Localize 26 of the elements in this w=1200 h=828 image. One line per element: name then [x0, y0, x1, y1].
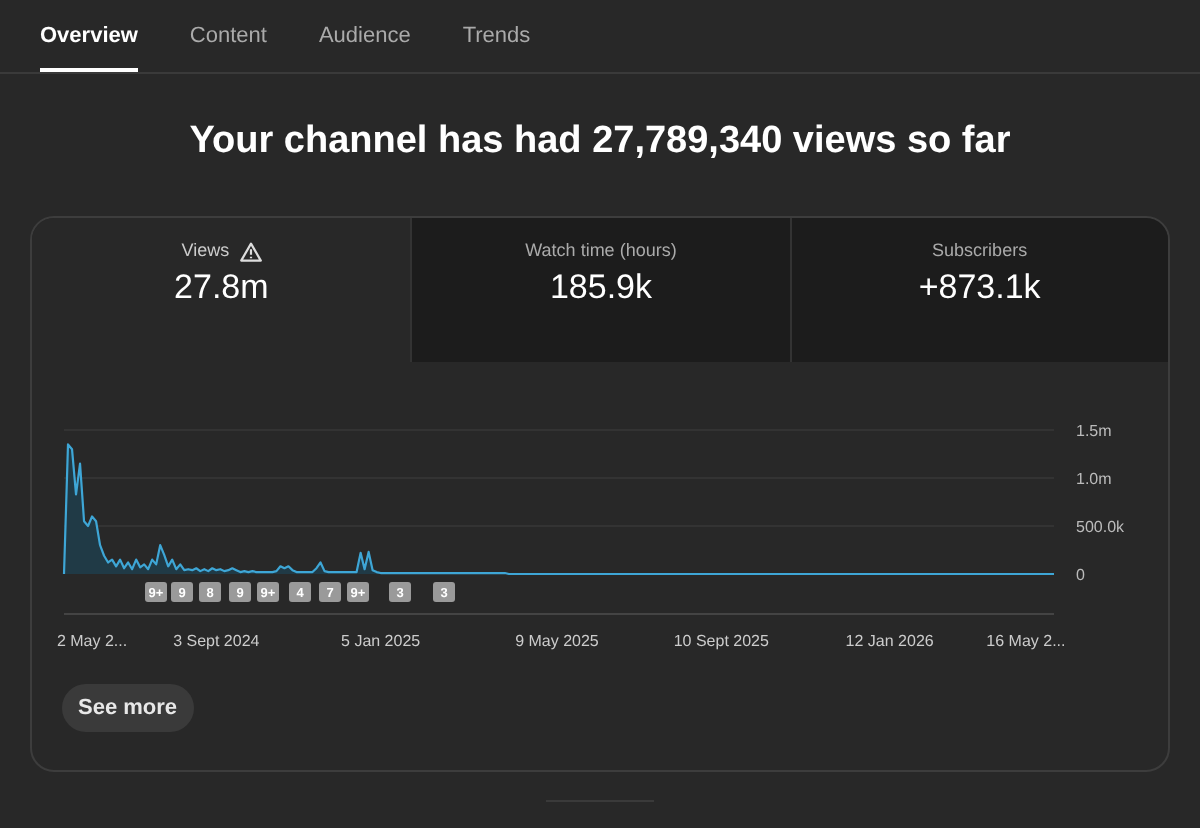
x-tick-label: 2 May 2...: [56, 632, 128, 650]
metric-label: Views: [181, 238, 230, 265]
tab[interactable]: Audience: [318, 0, 411, 72]
y-tick-label: 0: [1076, 566, 1085, 584]
x-tick-label: 5 Jan 2025: [341, 632, 421, 650]
x-tick-label: 3 Sept 2024: [173, 632, 260, 650]
tab[interactable]: Overview: [40, 0, 138, 72]
y-tick-label: 500.0k: [1076, 518, 1125, 536]
headline: Your channel has had 27,789,340 views so far: [187, 118, 1013, 166]
x-tick-label: 10 Sept 2025: [673, 632, 769, 650]
x-tick-label: 9 May 2025: [515, 632, 599, 650]
metric-value: +873.1k: [918, 266, 1041, 310]
metric-value: 27.8m: [174, 266, 269, 310]
y-tick-label: 1.5m: [1076, 422, 1112, 440]
x-tick-label: 12 Jan 2026: [845, 632, 934, 650]
see-more-button[interactable]: See more: [62, 684, 194, 733]
tab[interactable]: Trends: [462, 0, 531, 72]
tab[interactable]: Content: [189, 0, 267, 72]
metric-tab[interactable]: Views 27.8m: [32, 218, 411, 362]
x-tick-label: 16 May 2...: [986, 632, 1066, 650]
metric-tab[interactable]: Watch time (hours) 185.9k: [410, 218, 790, 362]
metric-value: 185.9k: [549, 266, 653, 310]
metric-label: Subscribers: [932, 238, 1028, 265]
metric-tab[interactable]: Subscribers +873.1k: [789, 218, 1168, 362]
metric-label: Watch time (hours): [525, 238, 677, 265]
y-tick-label: 1.0m: [1076, 470, 1112, 488]
